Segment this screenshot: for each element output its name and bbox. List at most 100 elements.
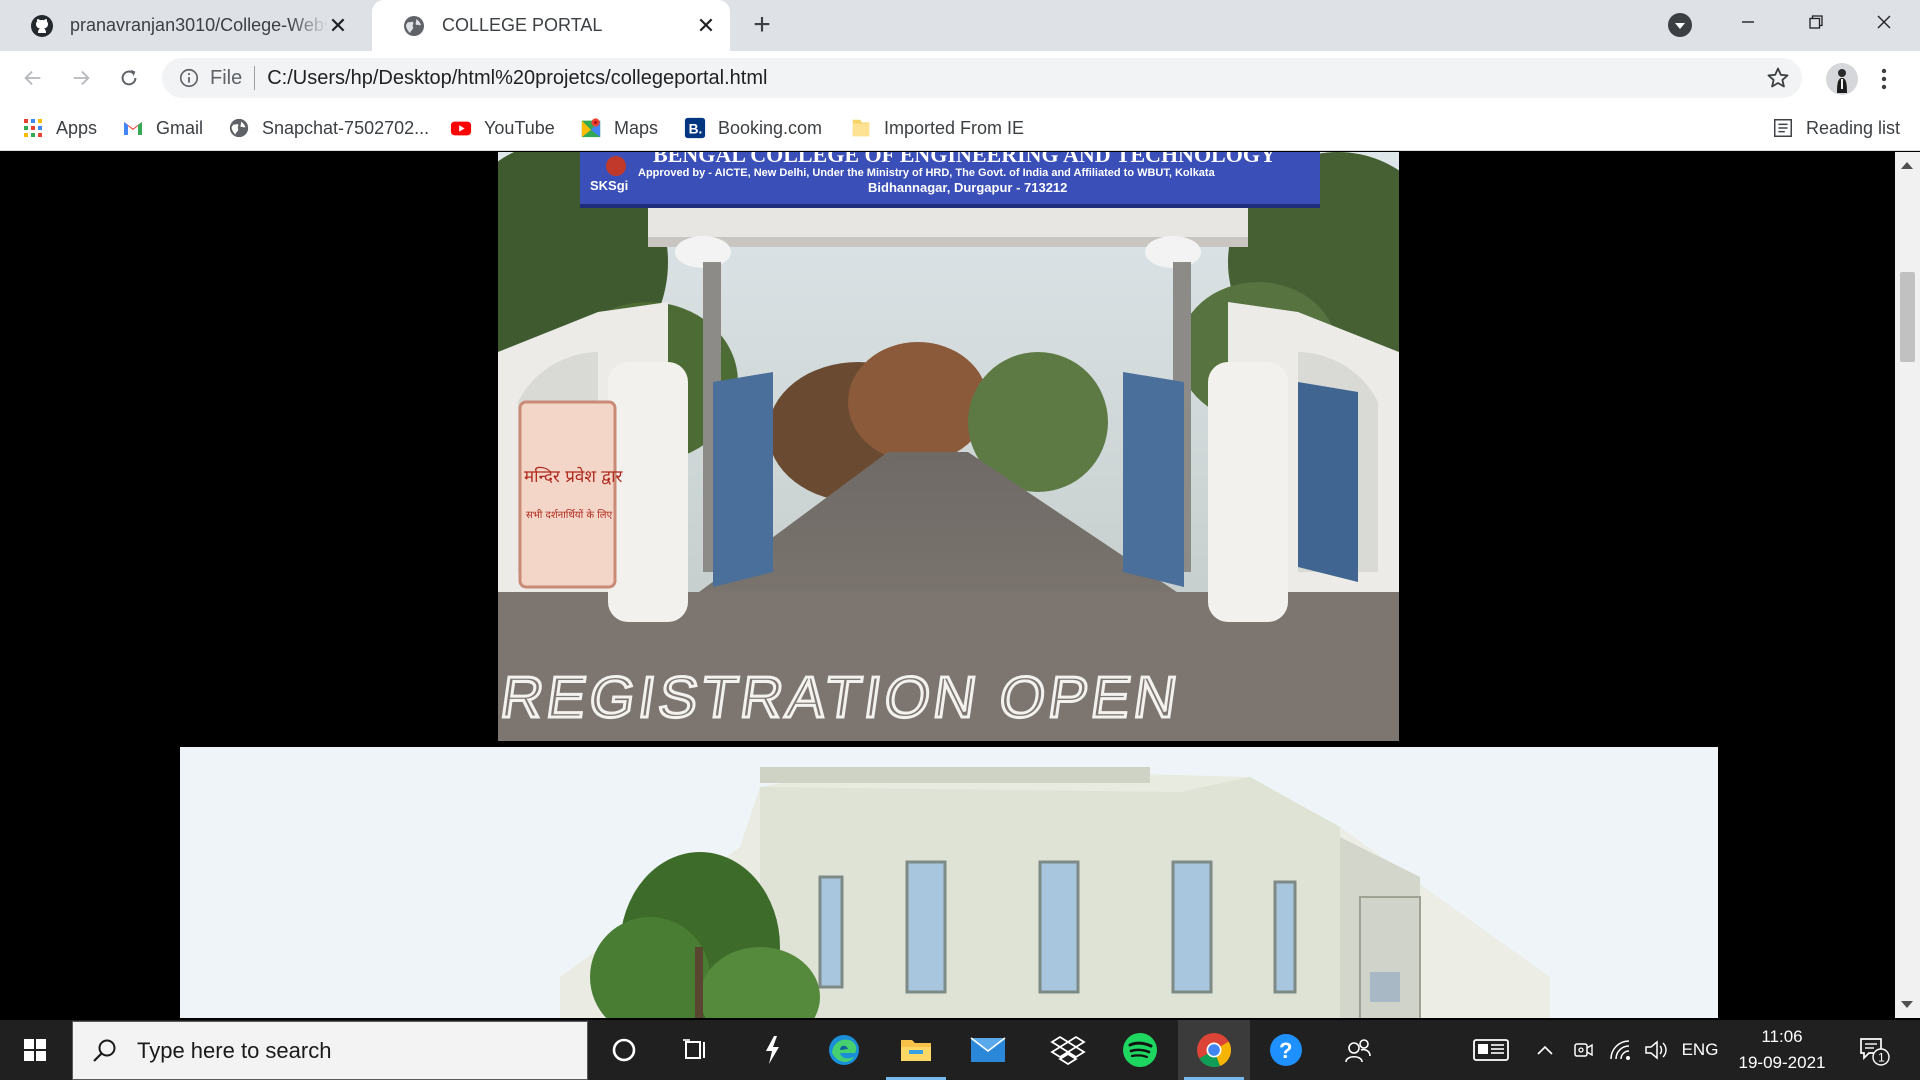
minimize-button[interactable] — [1716, 0, 1780, 44]
taskbar-app-chrome[interactable] — [1178, 1020, 1250, 1080]
taskbar-app-mail[interactable] — [952, 1020, 1024, 1080]
news-icon — [1473, 1039, 1509, 1061]
bookmark-star-icon[interactable] — [1766, 66, 1790, 90]
clock-date: 19-09-2021 — [1738, 1053, 1826, 1072]
profile-avatar[interactable] — [1826, 63, 1858, 95]
menu-dots-icon[interactable] — [1874, 65, 1894, 93]
tab-college-portal[interactable]: COLLEGE PORTAL ✕ — [372, 0, 730, 51]
bookmark-folder-ie[interactable]: Imported From IE — [850, 105, 1024, 151]
building-photo — [180, 747, 1718, 1018]
close-window-button[interactable] — [1852, 0, 1916, 44]
minimize-icon — [1742, 21, 1754, 23]
show-hidden-icons-button[interactable] — [1530, 1020, 1560, 1080]
taskbar-app-spotify[interactable] — [1104, 1020, 1176, 1080]
college-building-image — [180, 747, 1718, 1018]
bookmark-label: Imported From IE — [884, 117, 1025, 138]
notification-count: 1 — [1878, 1051, 1885, 1065]
youtube-icon — [450, 121, 472, 136]
bookmark-youtube[interactable]: YouTube — [450, 105, 555, 151]
dropbox-icon — [1050, 1035, 1086, 1065]
close-tab-icon[interactable]: ✕ — [328, 13, 348, 38]
tray-wifi[interactable] — [1604, 1020, 1638, 1080]
url-scheme-label: File — [210, 66, 243, 89]
tab-github[interactable]: pranavranjan3010/College-Website ✕ — [0, 0, 362, 51]
taskbar-app-file-explorer[interactable] — [880, 1020, 952, 1080]
scrollbar-thumb[interactable] — [1900, 272, 1915, 362]
url-text[interactable]: C:/Users/hp/Desktop/html%20projetcs/coll… — [267, 67, 767, 90]
bookmark-gmail[interactable]: Gmail — [122, 105, 203, 151]
taskbar-clock[interactable]: 11:06 19-09-2021 — [1728, 1020, 1836, 1080]
banner-logo-text: SKSgi — [590, 178, 628, 193]
svg-text:B.: B. — [689, 122, 703, 137]
new-tab-button[interactable]: + — [748, 10, 776, 40]
github-icon — [31, 14, 53, 37]
bookmark-label: YouTube — [484, 117, 555, 138]
bookmark-label: Gmail — [156, 117, 204, 138]
task-view-button[interactable] — [660, 1020, 732, 1080]
restore-button[interactable] — [1784, 0, 1848, 44]
road-painted-text: REGISTRATION OPEN — [498, 665, 1185, 730]
restore-icon — [1809, 15, 1823, 29]
address-bar[interactable]: File C:/Users/hp/Desktop/html%20projetcs… — [162, 58, 1802, 98]
bookmark-booking[interactable]: B. Booking.com — [684, 105, 822, 151]
maps-icon — [581, 118, 601, 138]
start-button[interactable] — [0, 1020, 70, 1080]
forward-button[interactable] — [66, 63, 96, 93]
edge-icon — [829, 1035, 859, 1065]
bookmarks-bar: Apps Gmail Snapchat-7502702... YouTube M… — [0, 105, 1920, 151]
bookmark-label: Apps — [56, 117, 98, 138]
reload-button[interactable] — [114, 63, 144, 93]
forward-arrow-icon — [73, 70, 90, 86]
globe-icon — [229, 118, 249, 138]
chrome-icon — [1197, 1033, 1232, 1068]
tab-strip: pranavranjan3010/College-Website ✕ COLLE… — [0, 0, 1920, 51]
bookmark-maps[interactable]: Maps — [580, 105, 658, 151]
taskbar-app-dropbox[interactable] — [1032, 1020, 1104, 1080]
bookmark-apps[interactable]: Apps — [22, 105, 97, 151]
reading-list-button[interactable]: Reading list — [1772, 105, 1900, 151]
sign-hindi-line1: मन्दिर प्रवेश द्वार — [524, 466, 623, 487]
news-widget-button[interactable] — [1466, 1020, 1516, 1080]
help-icon: ? — [1270, 1034, 1302, 1066]
mail-icon — [970, 1037, 1006, 1062]
tray-language[interactable]: ENG — [1678, 1020, 1722, 1080]
tab-title: COLLEGE PORTAL — [442, 15, 603, 35]
taskbar-app-edge[interactable] — [808, 1020, 880, 1080]
cortana-circle-icon — [612, 1038, 636, 1062]
close-icon — [1877, 15, 1891, 29]
globe-icon — [404, 15, 424, 36]
cortana-button[interactable] — [588, 1020, 660, 1080]
action-center-button[interactable]: 1 — [1848, 1020, 1900, 1080]
tray-meet-now[interactable] — [1566, 1020, 1600, 1080]
tab-search-icon[interactable] — [1668, 13, 1692, 37]
bookmark-snapchat[interactable]: Snapchat-7502702... — [228, 105, 429, 151]
lightning-app-icon — [766, 1036, 779, 1064]
taskbar-search-box[interactable]: Type here to search — [72, 1021, 588, 1080]
file-explorer-icon — [901, 1040, 931, 1061]
scroll-up-icon[interactable] — [1901, 162, 1913, 169]
page-viewport: BENGAL COLLEGE OF ENGINEERING AND TECHNO… — [0, 152, 1895, 1018]
windows-taskbar: Type here to search ? ENG 11:06 19-09-20… — [0, 1020, 1920, 1080]
language-label: ENG — [1681, 1040, 1719, 1059]
divider — [254, 66, 256, 90]
info-icon[interactable] — [178, 67, 200, 89]
taskbar-app-people[interactable] — [1322, 1020, 1394, 1080]
search-placeholder: Type here to search — [137, 1037, 332, 1063]
tray-volume[interactable] — [1640, 1020, 1674, 1080]
gmail-icon — [124, 122, 142, 135]
taskbar-app-help[interactable]: ? — [1250, 1020, 1322, 1080]
banner-title: BENGAL COLLEGE OF ENGINEERING AND TECHNO… — [653, 152, 1276, 167]
booking-icon: B. — [684, 117, 706, 139]
avatar-icon — [1826, 63, 1858, 95]
page-scrollbar[interactable] — [1895, 152, 1920, 1018]
scroll-down-icon[interactable] — [1901, 1001, 1913, 1008]
taskbar-app-lightning[interactable] — [736, 1020, 808, 1080]
clock-time: 11:06 — [1761, 1027, 1803, 1046]
search-icon — [93, 1039, 116, 1062]
back-button[interactable] — [18, 63, 48, 93]
webcam-icon — [1574, 1043, 1593, 1057]
volume-icon — [1645, 1040, 1667, 1060]
close-tab-icon[interactable]: ✕ — [696, 13, 716, 38]
notification-icon: 1 — [1860, 1038, 1890, 1066]
banner-approval: Approved by - AICTE, New Delhi, Under th… — [638, 167, 1216, 179]
